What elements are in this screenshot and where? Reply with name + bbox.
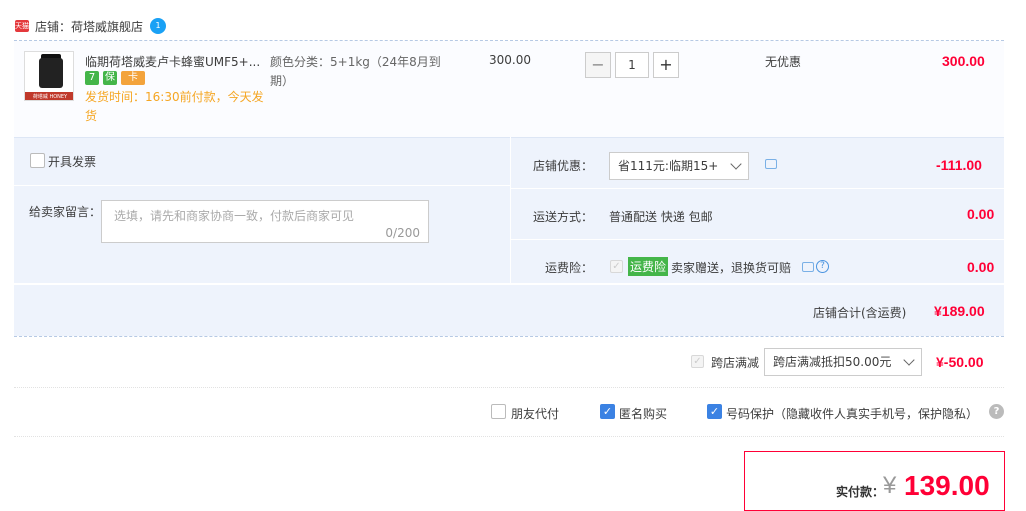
invoice-checkbox[interactable] — [30, 153, 45, 168]
divider — [14, 185, 510, 186]
item-total: 300.00 — [942, 53, 985, 69]
invoice-label: 开具发票 — [48, 155, 97, 169]
chevron-down-icon — [730, 158, 742, 170]
shipping-amount: 0.00 — [967, 206, 995, 222]
friend-pay-checkbox[interactable] — [491, 404, 506, 419]
message-counter: 0/200 — [385, 226, 420, 240]
payment-amount: 139.00 — [904, 470, 990, 501]
insurance-label: 运费险： — [545, 261, 594, 275]
chat-icon[interactable] — [765, 159, 777, 169]
privacy-checkbox[interactable]: ✓ — [707, 404, 722, 419]
store-discount-value: 省111元:临期15+ — [618, 159, 719, 173]
insurance-checkbox: ✓ — [610, 260, 623, 273]
decrease-quantity-button[interactable]: − — [585, 52, 611, 78]
thumb-caption: 荷塔威 HONEY — [25, 92, 73, 100]
store-discount-label: 店铺优惠： — [533, 159, 594, 173]
message-placeholder: 选填，请先和商家协商一致，付款后商家可见 — [114, 209, 355, 223]
tmall-badge: 天猫 — [15, 20, 29, 32]
shipping-value: 普通配送 快递 包邮 — [609, 210, 713, 224]
increase-quantity-button[interactable]: + — [653, 52, 679, 78]
item-discount: 无优惠 — [765, 55, 802, 69]
item-spec: 颜色分类：5+1kg（24年8月到期） — [270, 55, 441, 88]
payment-label: 实付款： — [836, 485, 885, 499]
friend-pay-label: 朋友代付 — [511, 407, 560, 421]
privacy-label: 号码保护（隐藏收件人真实手机号，保护隐私） — [726, 407, 979, 421]
divider — [14, 336, 1004, 337]
message-label: 给卖家留言： — [29, 205, 102, 219]
item-thumbnail[interactable]: 荷塔威 HONEY — [24, 51, 74, 101]
delivery-note: 发货时间：16:30前付款，今天发货 — [85, 90, 264, 123]
divider — [14, 284, 1004, 285]
message-input[interactable]: 选填，请先和商家协商一致，付款后商家可见 0/200 — [101, 200, 429, 243]
store-discount-amount: -111.00 — [936, 157, 982, 173]
store-discount-select[interactable]: 省111元:临期15+ — [609, 152, 749, 180]
cross-store-select[interactable]: 跨店满减抵扣50.00元 — [764, 348, 922, 376]
divider — [14, 137, 1004, 138]
cross-store-label: 跨店满减 — [711, 356, 760, 370]
divider — [510, 188, 1004, 189]
help-icon[interactable]: ? — [989, 404, 1004, 419]
anonymous-checkbox[interactable]: ✓ — [600, 404, 615, 419]
shop-chat-icon[interactable]: 1 — [150, 18, 166, 34]
cross-store-amount: ¥-50.00 — [936, 354, 984, 370]
credit-card-icon: 卡 — [121, 71, 145, 85]
quantity-input[interactable]: 1 — [615, 52, 649, 78]
store-total-amount: ¥189.00 — [934, 303, 985, 319]
shop-name[interactable]: 店铺：荷塔威旗舰店 — [35, 18, 143, 35]
divider — [510, 239, 1004, 240]
divider — [510, 137, 511, 283]
cross-store-value: 跨店满减抵扣50.00元 — [773, 355, 892, 369]
insurance-text: 卖家赠送，退换货可赔 — [671, 261, 792, 275]
divider — [14, 387, 1004, 388]
store-total-label: 店铺合计(含运费) — [813, 306, 907, 320]
chevron-down-icon — [903, 354, 915, 366]
item-title[interactable]: 临期荷塔威麦卢卡蜂蜜UMF5+... — [85, 53, 265, 70]
payment-currency: ¥ — [883, 472, 897, 499]
seven-day-return-icon: 7 — [85, 71, 99, 85]
insurance-tag: 运费险 — [628, 257, 669, 276]
question-icon[interactable]: ? — [816, 260, 829, 273]
cross-store-checkbox: ✓ — [691, 355, 704, 368]
insurance-amount: 0.00 — [967, 259, 995, 275]
unit-price: 300.00 — [489, 53, 531, 67]
divider — [14, 436, 1004, 437]
anonymous-label: 匿名购买 — [619, 407, 668, 421]
chat-icon[interactable] — [802, 262, 814, 272]
shipping-label: 运送方式： — [533, 210, 594, 224]
guarantee-icon: 保 — [103, 71, 117, 85]
honey-jar-icon — [39, 58, 63, 88]
